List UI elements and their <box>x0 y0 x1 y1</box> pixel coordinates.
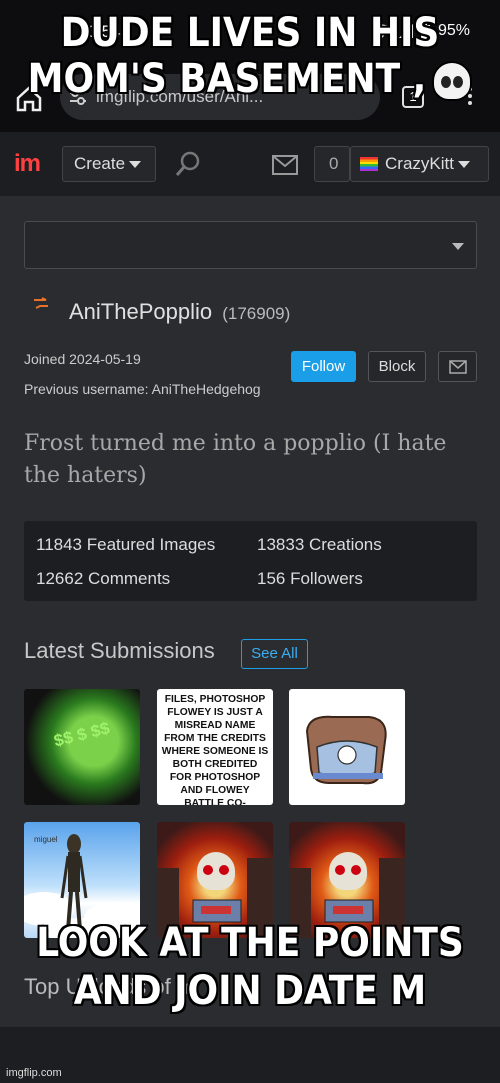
stats-box: 11843 Featured Images 13833 Creations 12… <box>24 521 477 601</box>
meme-top-caption: DUDE LIVES IN HIS MOM'S BASEMENT , <box>0 9 500 103</box>
user-menu-name: CrazyKitt <box>385 154 454 173</box>
submission-thumbnail[interactable] <box>289 689 405 805</box>
chevron-down-icon <box>457 161 470 169</box>
stat-creations[interactable]: 13833 Creations <box>257 535 382 555</box>
notification-count[interactable]: 0 <box>314 146 350 182</box>
mail-icon[interactable] <box>272 155 298 175</box>
chevron-down-icon <box>452 243 464 250</box>
create-button[interactable]: Create <box>62 146 156 182</box>
stat-comments[interactable]: 12662 Comments <box>36 569 170 589</box>
page-select-dropdown[interactable] <box>24 221 477 269</box>
submission-thumbnail[interactable]: FILES, PHOTOSHOP FLOWEY IS JUST A MISREA… <box>157 689 273 805</box>
latest-submissions-title: Latest Submissions <box>24 638 215 663</box>
profile-username: AniThePopplio (176909) <box>69 299 290 325</box>
profile-points: (176909) <box>222 304 291 323</box>
search-icon[interactable] <box>174 150 202 178</box>
profile-bio: Frost turned me into a popplio (I hate t… <box>24 431 447 488</box>
meme-top-text: DUDE LIVES IN HIS MOM'S BASEMENT , <box>27 9 441 103</box>
user-flag-icon <box>360 157 378 171</box>
user-menu-button[interactable]: CrazyKitt <box>350 146 489 182</box>
meme-bottom-caption: LOOK AT THE POINTS AND JOIN DATE M <box>35 919 465 1015</box>
stat-followers[interactable]: 156 Followers <box>257 569 363 589</box>
profile-name: AniThePopplio <box>69 299 213 324</box>
user-badge-icon <box>34 297 48 309</box>
thumbnail-art <box>305 715 387 785</box>
block-button[interactable]: Block <box>368 351 426 382</box>
imgflip-watermark: imgflip.com <box>6 1067 62 1079</box>
skull-icon <box>432 61 473 101</box>
create-label: Create <box>74 154 126 173</box>
see-all-button[interactable]: See All <box>241 639 308 669</box>
stat-featured[interactable]: 11843 Featured Images <box>36 535 215 555</box>
follow-button[interactable]: Follow <box>291 351 356 382</box>
message-button[interactable] <box>438 351 477 382</box>
chevron-down-icon <box>129 161 142 169</box>
joined-date: Joined 2024-05-19 <box>24 351 141 367</box>
envelope-icon <box>449 360 467 374</box>
bottom-nav-bar <box>0 1027 500 1083</box>
site-logo[interactable]: im <box>14 150 41 178</box>
previous-username: Previous username: AniTheHedgehog <box>24 381 261 397</box>
submission-thumbnail[interactable]: $$ $ $$ <box>24 689 140 805</box>
thumbnail-art: $$ $ $$ <box>52 718 112 751</box>
